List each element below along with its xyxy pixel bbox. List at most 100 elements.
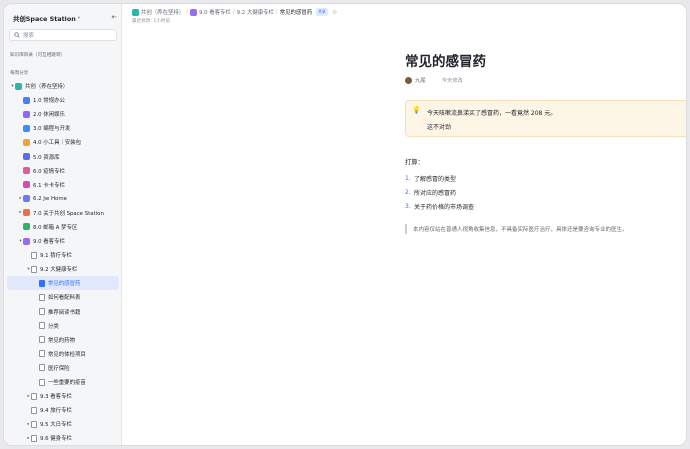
author-name[interactable]: 九尾 bbox=[415, 76, 426, 84]
sidebar-item-label: 2.0 休闲娱乐 bbox=[33, 112, 65, 119]
breadcrumb-item[interactable]: 共创（养在坚持） bbox=[132, 8, 184, 16]
search-icon bbox=[14, 32, 20, 38]
sidebar-item[interactable]: 如何看配料表 bbox=[4, 290, 121, 304]
sidebar-item[interactable]: 3.0 编程与开发 bbox=[4, 121, 121, 135]
list-number: 3. bbox=[405, 202, 411, 210]
sidebar-item[interactable]: ▸ 9.6 健身专栏 bbox=[4, 431, 121, 445]
document: 常见的感冒药 九尾 今天修改 💡 今天咳嗽流鼻涕买了感冒药，一看竟然 208 元… bbox=[122, 28, 686, 445]
node-icon bbox=[23, 96, 30, 104]
sidebar-item[interactable]: 常见的感冒药 bbox=[7, 276, 119, 291]
chevron-down-icon: ▾ bbox=[77, 15, 81, 21]
breadcrumb-separator: / bbox=[186, 9, 188, 15]
sidebar-item[interactable]: 2.0 休闲娱乐 bbox=[4, 107, 121, 121]
disclaimer-text: 本内容仅站在普通人视角收集信息，不具备实际医疗治疗，具体还是要咨询专业的医生。 bbox=[413, 227, 628, 233]
document-icon bbox=[39, 322, 45, 330]
list-item: 3. 关于药价格的市场调查 bbox=[405, 199, 474, 213]
document-icon bbox=[31, 265, 37, 273]
document-icon bbox=[39, 293, 45, 301]
page-title: 常见的感冒药 bbox=[405, 54, 486, 70]
nav-tree: ▾ 共创（养在坚持） 1.0 常规办公 2.0 休闲娱乐 3.0 编程与开发 4.0 小工… bbox=[4, 79, 121, 445]
sidebar-item-label: 共创（养在坚持） bbox=[25, 84, 69, 91]
breadcrumb-item[interactable]: 常见的感冒药 bbox=[280, 8, 312, 16]
sidebar-item[interactable]: 常见的体检项目 bbox=[4, 347, 121, 361]
node-icon bbox=[23, 195, 30, 203]
list-number: 2. bbox=[405, 188, 411, 196]
sidebar-item-label: 9.5 大日专栏 bbox=[40, 422, 72, 429]
document-icon bbox=[31, 392, 37, 400]
sidebar-item-label: 如何看配料表 bbox=[48, 295, 81, 302]
avatar[interactable] bbox=[405, 76, 412, 84]
star-icon[interactable]: ☆ bbox=[332, 8, 338, 16]
search-placeholder: 搜索 bbox=[23, 33, 35, 39]
document-icon bbox=[31, 251, 37, 259]
doc-meta: 九尾 今天修改 bbox=[405, 76, 463, 84]
breadcrumb-label: 共创（养在坚持） bbox=[141, 10, 185, 16]
sidebar-item[interactable]: 1.0 常规办公 bbox=[4, 93, 121, 107]
breadcrumb-separator: / bbox=[275, 9, 278, 15]
sidebar-item-label: 一些重要的疫苗 bbox=[48, 380, 86, 387]
sidebar-item[interactable]: ▸ 9.5 大日专栏 bbox=[4, 417, 121, 431]
sidebar: 共创Space Station ▾ ⇤ 搜索 知识库目录（可互相跳转） 每周分享… bbox=[4, 4, 122, 445]
sidebar-item[interactable]: 5.0 资源库 bbox=[4, 149, 121, 163]
collapse-sidebar-icon[interactable]: ⇤ bbox=[112, 13, 117, 21]
list-item-text: 关于药价格的市场调查 bbox=[414, 203, 475, 211]
node-icon bbox=[23, 124, 30, 132]
sidebar-item[interactable]: ▸ 9.3 看客专栏 bbox=[4, 389, 121, 403]
sidebar-item-label: 常见的药物 bbox=[48, 337, 75, 344]
sidebar-item[interactable]: ▾ 共创（养在坚持） bbox=[4, 79, 121, 93]
sidebar-item[interactable]: 8.0 邮箱 A 梦专区 bbox=[4, 220, 121, 234]
sidebar-item[interactable]: ▾ 9.2 大健康专栏 bbox=[4, 262, 121, 276]
sidebar-item[interactable]: ▾ 9.0 看客专栏 bbox=[4, 234, 121, 248]
node-icon bbox=[23, 223, 30, 231]
sidebar-item-label: 9.2 大健康专栏 bbox=[40, 267, 78, 274]
sidebar-item[interactable]: 6.0 疫情专栏 bbox=[4, 164, 121, 178]
section-weekly-share: 每周分享 bbox=[10, 71, 29, 76]
document-icon bbox=[39, 378, 45, 386]
node-icon bbox=[23, 153, 30, 161]
document-icon bbox=[39, 336, 45, 344]
list-item-text: 了解感冒的类型 bbox=[414, 175, 457, 183]
sidebar-item[interactable]: 常见的药物 bbox=[4, 333, 121, 347]
sidebar-item-label: 推荐阅读书籍 bbox=[48, 309, 81, 316]
node-icon bbox=[23, 181, 30, 189]
plan-list: 1. 了解感冒的类型 2. 所对应的感冒药 3. 关于药价格的市场调查 bbox=[405, 171, 474, 213]
shared-badge: 共享 bbox=[316, 8, 328, 16]
breadcrumb-item[interactable]: 9.2 大健康专栏 bbox=[237, 8, 274, 16]
sidebar-item[interactable]: 一些重要的疫苗 bbox=[4, 375, 121, 389]
breadcrumb-label: 9.0 看客专栏 bbox=[198, 10, 231, 16]
disclaimer-quote: 本内容仅站在普通人视角收集信息，不具备实际医疗治疗，具体还是要咨询专业的医生。 bbox=[405, 224, 628, 234]
callout-line-2: 这不对劲 bbox=[427, 124, 452, 131]
document-icon bbox=[31, 406, 37, 414]
sidebar-item[interactable]: 医疗保险 bbox=[4, 361, 121, 375]
list-item: 1. 了解感冒的类型 bbox=[405, 171, 474, 185]
document-icon bbox=[39, 350, 45, 358]
node-icon bbox=[23, 110, 30, 118]
sidebar-item-label: 9.1 猜疗专栏 bbox=[40, 253, 72, 260]
callout-line-1: 今天咳嗽流鼻涕买了感冒药，一看竟然 208 元。 bbox=[427, 110, 557, 117]
sidebar-item[interactable]: ▸ 6.2 Jw Home bbox=[4, 192, 121, 206]
plan-heading: 打算： bbox=[405, 159, 424, 166]
breadcrumb-label: 9.2 大健康专栏 bbox=[236, 10, 274, 16]
sidebar-item[interactable]: ▸ 7.0 关于共创 Space Station bbox=[4, 206, 121, 220]
section-catalog[interactable]: 知识库目录（可互相跳转） bbox=[10, 52, 65, 58]
sidebar-item-label: 6.2 Jw Home bbox=[33, 195, 67, 202]
list-number: 1. bbox=[405, 174, 411, 182]
breadcrumb-item[interactable]: 9.0 看客专栏 bbox=[189, 8, 231, 16]
workspace-title: 共创Space Station bbox=[13, 14, 76, 23]
document-icon bbox=[39, 279, 45, 287]
sidebar-item[interactable]: 4.0 小工具｜安装包 bbox=[4, 135, 121, 149]
search-input[interactable]: 搜索 bbox=[9, 29, 117, 41]
sidebar-item[interactable]: 推荐阅读书籍 bbox=[4, 305, 121, 319]
breadcrumb-separator: / bbox=[232, 9, 235, 15]
sidebar-item-label: 5.0 资源库 bbox=[33, 154, 60, 161]
sidebar-item[interactable]: 6.1 卡卡专栏 bbox=[4, 178, 121, 192]
sidebar-item-label: 常见的感冒药 bbox=[48, 281, 81, 288]
last-edited: 最近修改: 1小时前 bbox=[132, 19, 171, 24]
breadcrumb: 共创（养在坚持）/9.0 看客专栏/9.2 大健康专栏 / 常见的感冒药 共享 ☆ bbox=[132, 8, 338, 16]
list-item-text: 所对应的感冒药 bbox=[414, 189, 457, 197]
sidebar-item[interactable]: 分类 bbox=[4, 319, 121, 333]
sidebar-item[interactable]: 9.1 猜疗专栏 bbox=[4, 248, 121, 262]
sidebar-item[interactable]: 9.4 旅行专栏 bbox=[4, 403, 121, 417]
workspace-header[interactable]: 共创Space Station ▾ ⇤ bbox=[13, 11, 117, 25]
sidebar-item-label: 7.0 关于共创 Space Station bbox=[33, 210, 104, 217]
